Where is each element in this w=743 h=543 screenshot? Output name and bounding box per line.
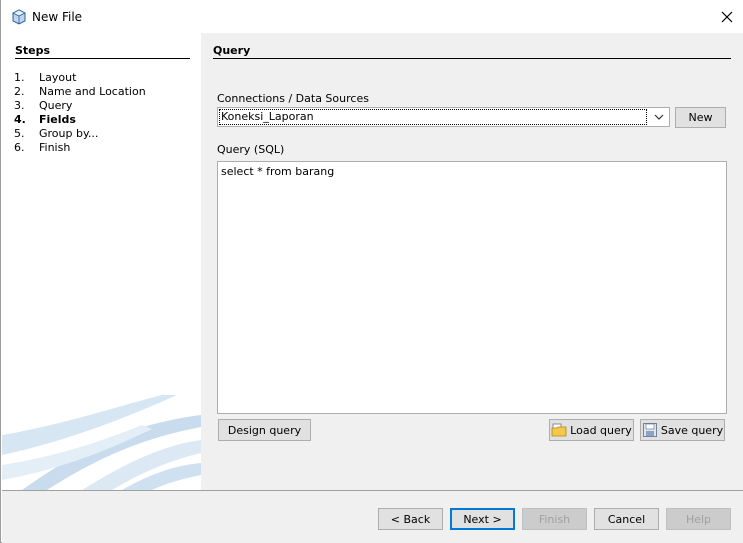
steps-divider xyxy=(15,58,190,59)
query-sql-label: Query (SQL) xyxy=(217,143,285,156)
window-title: New File xyxy=(32,10,83,24)
new-file-dialog: New File Steps 1. Layout 2. Name and Locat… xyxy=(0,0,743,543)
connection-select-value: Koneksi_Laporan xyxy=(219,109,647,125)
finish-button: Finish xyxy=(522,508,587,530)
folder-open-icon xyxy=(551,423,567,437)
steps-panel: Steps 1. Layout 2. Name and Location 3. Que… xyxy=(2,33,201,490)
content-heading: Query xyxy=(213,44,251,57)
new-connection-button[interactable]: New xyxy=(675,107,726,128)
back-button[interactable]: < Back xyxy=(378,508,443,530)
save-query-button[interactable]: Save query xyxy=(640,419,725,441)
close-button[interactable] xyxy=(713,4,741,30)
step-item-finish: 6. Finish xyxy=(14,141,71,154)
save-disk-icon xyxy=(642,423,657,437)
step-item-group-by: 5. Group by... xyxy=(14,127,99,140)
query-content-panel: Query Connections / Data Sources Koneksi… xyxy=(201,33,743,490)
step-item-query: 3. Query xyxy=(14,99,73,112)
content-divider xyxy=(213,58,731,59)
design-query-button[interactable]: Design query xyxy=(218,419,311,441)
load-query-button[interactable]: Load query xyxy=(549,419,634,441)
decorative-swoosh-graphic xyxy=(2,395,201,490)
steps-heading: Steps xyxy=(15,44,51,57)
help-button: Help xyxy=(666,508,731,530)
cancel-button[interactable]: Cancel xyxy=(594,508,659,530)
step-item-name-and-location: 2. Name and Location xyxy=(14,85,146,98)
close-icon xyxy=(721,11,733,23)
step-item-layout: 1. Layout xyxy=(14,71,77,84)
chevron-down-icon xyxy=(654,114,664,120)
load-query-label: Load query xyxy=(570,423,632,437)
query-sql-textarea[interactable]: select * from barang xyxy=(217,161,727,414)
next-button[interactable]: Next > xyxy=(450,508,515,530)
save-query-label: Save query xyxy=(660,423,724,437)
step-item-fields: 4. Fields xyxy=(14,113,76,126)
steps-list: 1. Layout 2. Name and Location 3. Query 4. F… xyxy=(14,71,146,155)
connections-label: Connections / Data Sources xyxy=(217,92,369,105)
netbeans-cube-icon xyxy=(12,9,26,25)
wizard-footer: < Back Next > Finish Cancel Help xyxy=(2,491,743,543)
title-bar: New File xyxy=(1,0,743,33)
connection-select[interactable]: Koneksi_Laporan xyxy=(217,107,670,127)
